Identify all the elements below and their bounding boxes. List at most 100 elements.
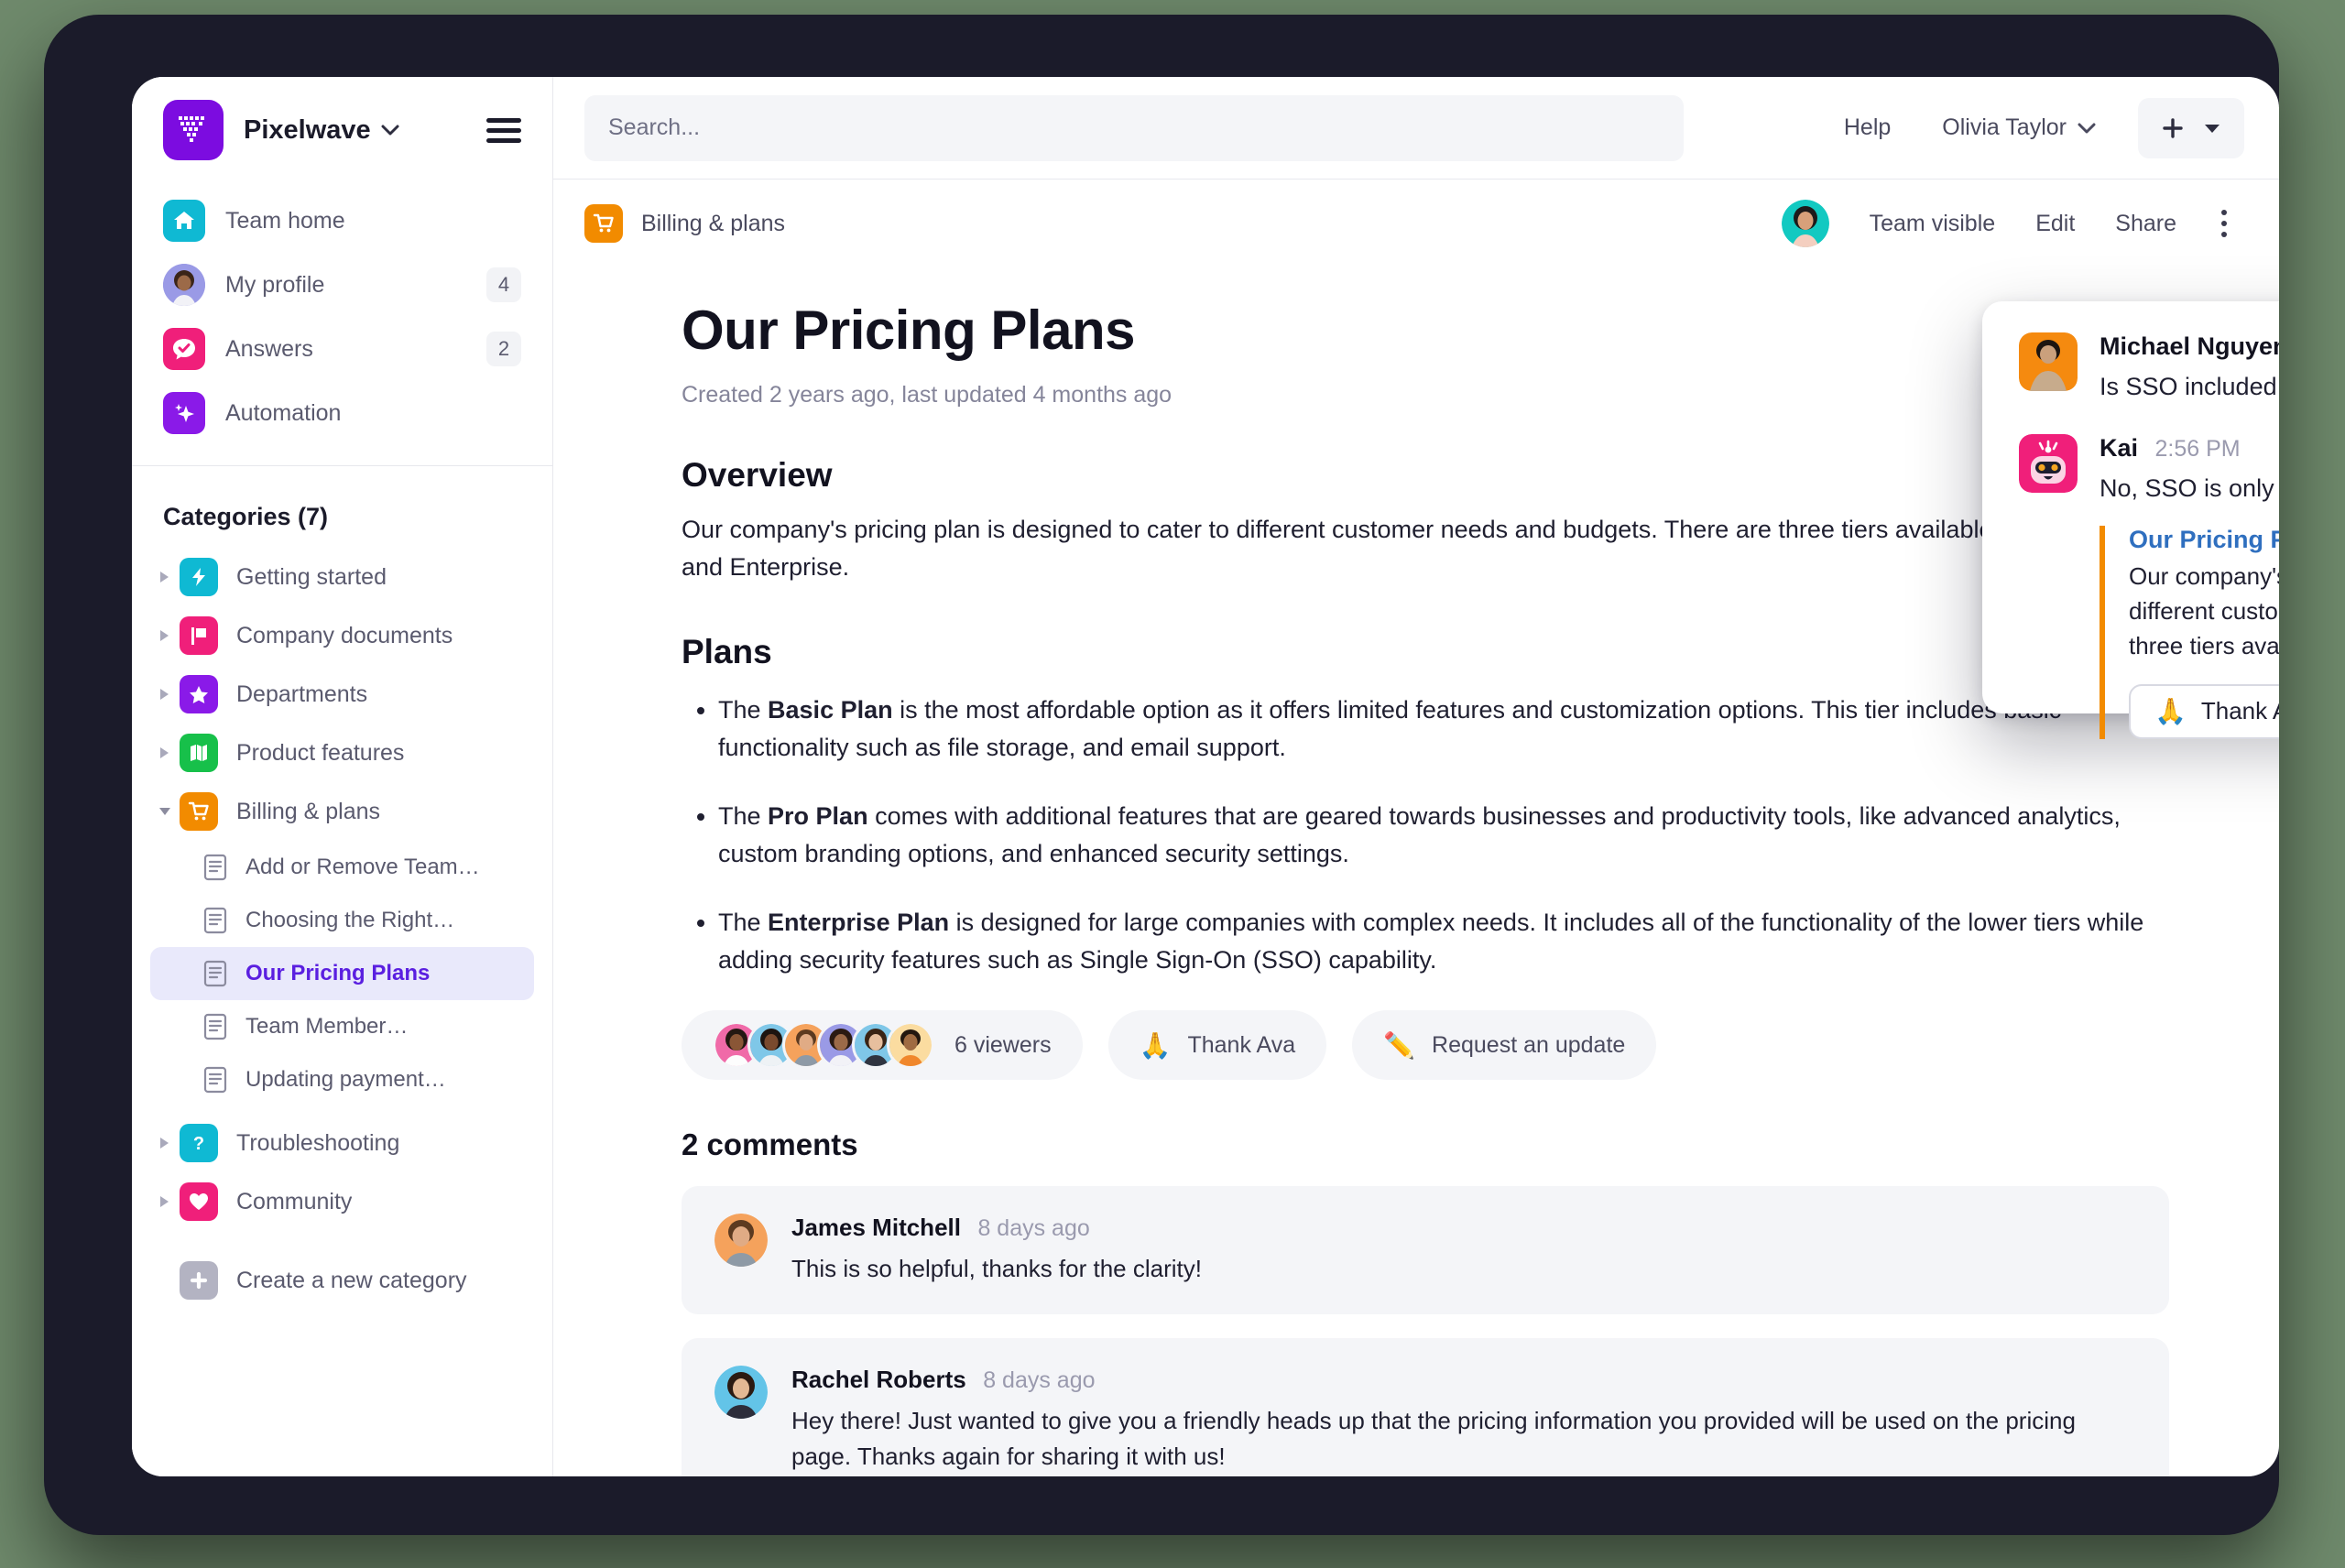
category-troubleshooting[interactable]: ? Troubleshooting (150, 1114, 534, 1172)
avatar (887, 1021, 934, 1070)
thank-ava-button[interactable]: 🙏 Thank Ava (1107, 1010, 1327, 1081)
chat-popup[interactable]: Michael Nguyen 2:48 PM Is SSO included o… (1982, 301, 2279, 739)
praying-hands-icon: 🙏 (1139, 1030, 1172, 1060)
viewers-label: 6 viewers (954, 1031, 1052, 1058)
plan-lead: The (718, 696, 769, 724)
team-visible-button[interactable]: Team visible (1849, 211, 2016, 237)
comment-text: Hey there! Just wanted to give you a fri… (791, 1407, 2076, 1471)
breadcrumb[interactable]: Billing & plans (584, 204, 785, 243)
chevron-down-icon (2078, 123, 2096, 134)
chevron-right-icon[interactable] (150, 628, 180, 643)
chevron-right-icon[interactable] (150, 687, 180, 702)
plan-name: Basic Plan (768, 696, 893, 724)
chat-message: Michael Nguyen 2:48 PM Is SSO included o… (2019, 332, 2279, 403)
sidebar-item-label: Answers (225, 335, 313, 362)
top-bar: Help Olivia Taylor (553, 77, 2279, 180)
category-label: Billing & plans (236, 798, 381, 824)
document-actions: Team visible Edit Share (1781, 200, 2242, 247)
sidebar-badge: 4 (486, 267, 521, 302)
category-getting-started[interactable]: Getting started (150, 548, 534, 606)
plan-lead: The (718, 909, 769, 937)
category-community[interactable]: Community (150, 1172, 534, 1231)
plan-rest: is the most affordable option as it offe… (718, 696, 2062, 762)
chat-message: Kai 2:56 PM No, SSO is only included in … (2019, 434, 2279, 739)
sidebar-item-answers[interactable]: Answers 2 (150, 317, 534, 381)
chevron-down-icon[interactable] (150, 805, 180, 818)
thank-ava-label: Thank Ava (2200, 697, 2279, 725)
category-company-documents[interactable]: Company documents (150, 606, 534, 665)
sidebar-item-team-home[interactable]: Team home (150, 189, 534, 253)
document-item-our-pricing-plans[interactable]: Our Pricing Plans (150, 947, 534, 1000)
chat-message-body: Michael Nguyen 2:48 PM Is SSO included o… (2100, 332, 2279, 403)
category-tree: Getting started Company documents Depart… (132, 548, 552, 1231)
plans-list: The Basic Plan is the most affordable op… (682, 691, 2169, 979)
search-input[interactable] (608, 114, 1660, 141)
comment-time: 8 days ago (977, 1215, 1090, 1242)
document-item[interactable]: Updating payment… (150, 1053, 534, 1106)
sidebar-item-label: My profile (225, 271, 325, 298)
add-new-button[interactable] (2138, 97, 2244, 158)
plan-name: Enterprise Plan (768, 909, 950, 937)
chevron-right-icon[interactable] (150, 570, 180, 584)
kebab-menu-icon[interactable] (2206, 210, 2242, 237)
document-label: Add or Remove Team… (245, 855, 480, 879)
chevron-right-icon[interactable] (150, 1194, 180, 1209)
chevron-down-icon[interactable] (381, 125, 399, 136)
plan-lead: The (718, 802, 769, 831)
category-billing-plans[interactable]: Billing & plans (150, 782, 534, 841)
sidebar-item-label: Automation (225, 399, 342, 426)
chevron-right-icon[interactable] (150, 1136, 180, 1150)
help-link[interactable]: Help (1811, 114, 1924, 141)
praying-hands-icon: 🙏 (2154, 697, 2187, 726)
comment-text: This is so helpful, thanks for the clari… (791, 1255, 1202, 1283)
category-label: Troubleshooting (236, 1129, 400, 1156)
thank-ava-button[interactable]: 🙏 Thank Ava (2129, 683, 2279, 739)
star-icon (180, 675, 218, 713)
comment-item: Rachel Roberts 8 days ago Hey there! Jus… (682, 1338, 2169, 1476)
main-content: Help Olivia Taylor (553, 77, 2279, 1476)
sidebar-item-my-profile[interactable]: My profile 4 (150, 253, 534, 317)
document-icon (200, 854, 231, 881)
cart-icon (584, 204, 623, 243)
answers-icon (163, 328, 205, 370)
document-label: Choosing the Right… (245, 908, 455, 932)
comment-time: 8 days ago (983, 1367, 1096, 1394)
chat-text: Is SSO included on the Basic Plan? (2100, 373, 2279, 400)
comment-author: Rachel Roberts (791, 1366, 966, 1394)
hamburger-menu-icon[interactable] (486, 117, 521, 143)
quoted-document-text: Our company's pricing plan is designed t… (2129, 561, 2279, 659)
sidebar: Pixelwave Team home My profile 4 Answers… (132, 77, 553, 1476)
comment-body: James Mitchell 8 days ago This is so hel… (791, 1214, 1202, 1287)
svg-text:?: ? (193, 1134, 204, 1154)
document-item[interactable]: Choosing the Right… (150, 894, 534, 947)
plus-icon (180, 1261, 218, 1300)
cart-icon (180, 792, 218, 831)
edit-button[interactable]: Edit (2015, 211, 2095, 237)
primary-nav: Team home My profile 4 Answers 2 Automat… (132, 183, 552, 458)
search-box[interactable] (584, 94, 1684, 161)
create-new-category-button[interactable]: Create a new category (132, 1247, 552, 1313)
bot-avatar-icon (2019, 434, 2078, 494)
document-meta: Created 2 years ago, last updated 4 mont… (682, 382, 1172, 408)
question-icon: ? (180, 1124, 218, 1162)
user-menu[interactable]: Olivia Taylor (1924, 114, 2114, 141)
request-update-button[interactable]: ✏️ Request an update (1352, 1010, 1657, 1081)
share-button[interactable]: Share (2095, 211, 2197, 237)
avatar[interactable] (1781, 200, 1829, 247)
document-icon (200, 1066, 231, 1094)
brand-row[interactable]: Pixelwave (132, 77, 552, 183)
breadcrumb-bar: Billing & plans Team visible Edit Share (553, 180, 2279, 267)
pixelwave-logo-icon (163, 100, 224, 160)
chat-author: Kai (2100, 434, 2139, 463)
chevron-right-icon[interactable] (150, 746, 180, 760)
viewers-button[interactable]: 6 viewers (682, 1010, 1083, 1081)
document-item[interactable]: Team Member… (150, 1000, 534, 1053)
quoted-document-title[interactable]: Our Pricing Plans (2129, 526, 2279, 554)
document-item[interactable]: Add or Remove Team… (150, 841, 534, 894)
category-departments[interactable]: Departments (150, 665, 534, 724)
request-update-label: Request an update (1432, 1031, 1626, 1058)
sidebar-item-automation[interactable]: Automation (150, 381, 534, 445)
category-product-features[interactable]: Product features (150, 724, 534, 782)
category-label: Community (236, 1188, 353, 1214)
flag-icon (180, 616, 218, 655)
